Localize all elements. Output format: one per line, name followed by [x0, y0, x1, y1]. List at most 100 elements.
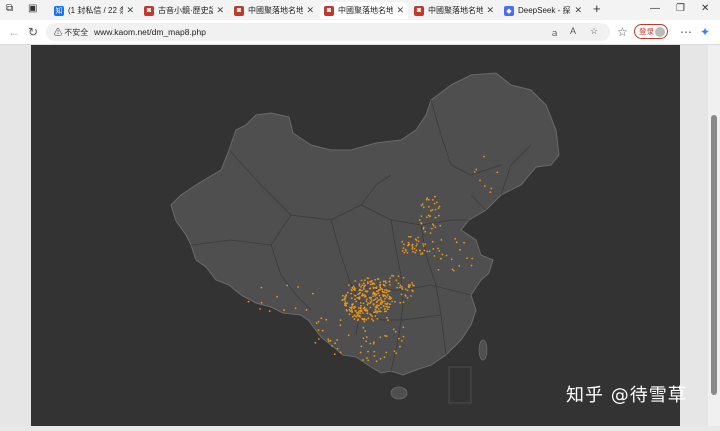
settlement-dot [384, 295, 387, 297]
settlement-dot [407, 244, 409, 247]
tab-deepseek[interactable]: ◆ DeepSeek - 探索 ✕ [500, 2, 586, 19]
favorites-icon[interactable]: ☆ [617, 25, 628, 39]
favorite-star-icon[interactable]: ☆ [590, 26, 598, 37]
settlement-dot [379, 298, 381, 301]
settlement-dot [363, 285, 366, 287]
close-icon[interactable]: ✕ [306, 5, 314, 16]
settlement-dot [395, 352, 398, 355]
settlement-dot [438, 214, 440, 217]
close-icon[interactable]: ✕ [126, 5, 134, 16]
settlement-dot [363, 320, 366, 323]
settlement-dot [386, 316, 388, 319]
settlement-dot [317, 329, 320, 331]
settlement-dot [367, 317, 370, 320]
settlement-dot [407, 241, 410, 244]
settlement-dot [400, 340, 403, 342]
settlement-dot [483, 155, 485, 158]
tab-actions-icon[interactable]: ▣ [28, 3, 37, 14]
minimize-icon[interactable]: — [650, 3, 660, 14]
page-scrollbar[interactable] [708, 45, 720, 426]
settlement-dot [404, 295, 407, 297]
tab-map-1[interactable]: ◙ 中國聚落地名地 ✕ [230, 2, 318, 19]
settlement-dot [379, 357, 382, 360]
settlement-dot [247, 300, 250, 303]
settlement-dot [388, 295, 391, 298]
settlement-dot [379, 297, 382, 299]
settlement-dot [342, 298, 344, 301]
settlement-dot [372, 292, 374, 295]
settlement-dot [388, 290, 391, 292]
settlement-dot [426, 250, 429, 253]
security-warning[interactable]: ⚠ 不安全 [54, 27, 88, 38]
tab-zhihu[interactable]: 知 (1 封私信 / 22 条 ✕ [50, 2, 138, 19]
close-icon[interactable]: ✕ [396, 5, 404, 16]
settlement-dot [463, 241, 465, 244]
settlement-dot [347, 284, 350, 286]
close-icon[interactable]: ✕ [216, 5, 224, 16]
settlement-dot [361, 294, 364, 297]
scrollbar-thumb[interactable] [711, 115, 717, 395]
settlement-dot [404, 288, 407, 290]
settlement-dot [437, 247, 439, 250]
settlement-dot [405, 249, 407, 252]
settlement-dot [365, 298, 368, 300]
settlement-dot [388, 280, 391, 283]
login-button[interactable]: 登录 [634, 24, 668, 39]
settlement-dot [317, 338, 320, 340]
settlement-dot [331, 345, 333, 347]
map-canvas[interactable] [31, 45, 680, 426]
settlement-dot [373, 341, 375, 344]
workspaces-icon[interactable]: ⧉ [6, 3, 13, 14]
settlement-dot [374, 315, 377, 317]
settlement-dot [415, 249, 418, 252]
settlement-dot [432, 248, 435, 250]
settlement-dot [411, 246, 414, 249]
settlement-dot [383, 305, 385, 308]
address-bar[interactable]: ⚠ 不安全 www.kaom.net/dm_map8.php ａ A ☆ [46, 23, 610, 41]
settlement-dot [458, 265, 461, 267]
settlement-dot [360, 289, 362, 292]
settlement-dot [356, 297, 359, 299]
close-icon[interactable]: ✕ [486, 5, 494, 16]
restore-icon[interactable]: ❐ [676, 3, 685, 14]
window-close-icon[interactable]: ✕ [701, 3, 709, 14]
settlement-dot [422, 226, 425, 229]
settlement-dot [260, 286, 263, 289]
settlement-dot [466, 257, 468, 259]
settlement-dot [374, 311, 376, 314]
tab-map-3[interactable]: ◙ 中國聚落地名地 ✕ [410, 2, 498, 19]
tab-guyin[interactable]: ◙ 古音小鏡·歷史語 ✕ [140, 2, 228, 19]
settlement-dot [420, 215, 423, 218]
settlement-dot [354, 298, 356, 301]
settlement-dot [352, 315, 354, 318]
read-aloud-icon[interactable]: A [570, 26, 576, 36]
settlement-dot [367, 359, 370, 362]
refresh-icon[interactable]: ↻ [28, 25, 38, 39]
settlement-dot [381, 290, 384, 293]
new-tab-button[interactable]: + [593, 1, 601, 16]
settlement-dot [366, 312, 368, 315]
settlement-dot [389, 284, 391, 286]
back-icon[interactable]: ← [8, 25, 20, 39]
translate-icon[interactable]: ａ [550, 26, 559, 39]
settlement-dot [408, 235, 410, 238]
url-text[interactable]: www.kaom.net/dm_map8.php [94, 27, 206, 37]
tab-map-active[interactable]: ◙ 中國聚落地名地 ✕ [320, 2, 408, 19]
settlement-dot [361, 293, 364, 295]
settlement-dot [496, 171, 499, 174]
settlement-dot [346, 291, 349, 294]
copilot-icon[interactable]: ✦ [700, 25, 710, 39]
settlement-dot [436, 201, 438, 204]
settlement-dot [355, 300, 357, 303]
close-icon[interactable]: ✕ [574, 5, 582, 16]
china-map[interactable] [31, 45, 680, 426]
settlement-dot [422, 206, 425, 209]
settlement-dot [428, 250, 431, 253]
settlement-dot [421, 203, 424, 206]
settlement-dot [393, 350, 396, 352]
settlement-dot [379, 281, 381, 284]
settlement-dot [384, 303, 387, 305]
settlement-dot [374, 298, 377, 300]
settlement-dot [373, 299, 375, 301]
more-icon[interactable]: ⋯ [680, 25, 692, 39]
